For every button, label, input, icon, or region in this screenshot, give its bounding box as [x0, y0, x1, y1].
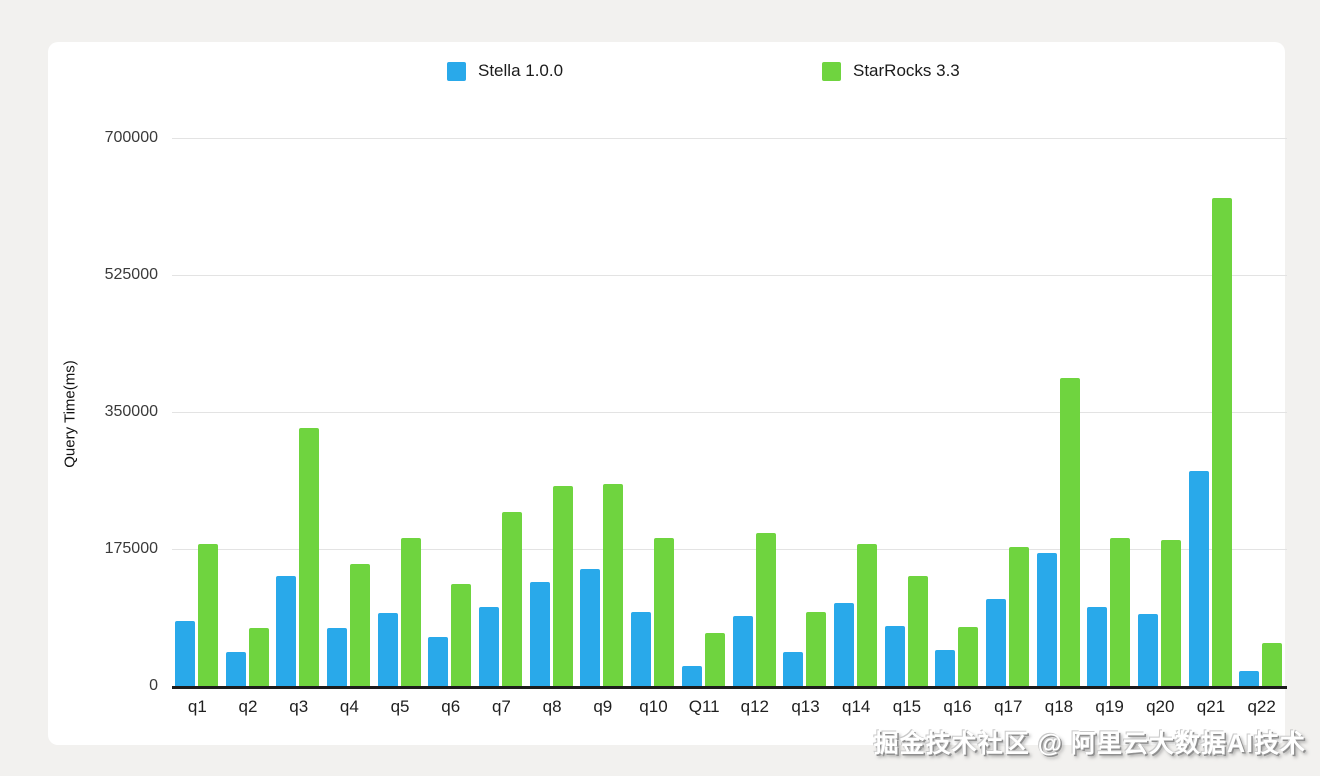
- y-tick-label: 350000: [104, 403, 158, 420]
- bar-stella-q16: [935, 650, 956, 686]
- bar-starrocks-q10: [654, 538, 675, 686]
- bar-stella-q4: [327, 628, 348, 686]
- bar-starrocks-q20: [1160, 540, 1181, 686]
- bar-starrocks-q8: [552, 485, 573, 686]
- gridline: [172, 138, 1287, 139]
- legend-item-stella: Stella 1.0.0: [447, 61, 563, 81]
- watermark: 掘金技术社区 @ 阿里云大数据AI技术: [873, 730, 1306, 758]
- y-tick-label: 0: [149, 677, 158, 694]
- bar-stella-q20: [1137, 613, 1158, 686]
- legend-item-starrocks: StarRocks 3.3: [822, 61, 960, 81]
- bar-stella-q6: [428, 636, 449, 686]
- bar-starrocks-q12: [755, 532, 776, 686]
- y-tick-label: 700000: [104, 129, 158, 146]
- bar-stella-q5: [377, 613, 398, 686]
- bar-starrocks-q19: [1110, 538, 1131, 686]
- legend-swatch-stella: [447, 61, 466, 81]
- bar-stella-q2: [225, 652, 246, 686]
- bar-stella-q8: [529, 581, 550, 686]
- bar-stella-Q11: [681, 665, 702, 686]
- bar-starrocks-q14: [856, 544, 877, 686]
- bar-starrocks-q21: [1211, 198, 1232, 686]
- bar-starrocks-q16: [958, 627, 979, 686]
- bar-starrocks-q5: [400, 538, 421, 686]
- bar-stella-q22: [1239, 671, 1260, 686]
- x-tick-label: q22: [1247, 697, 1276, 716]
- bar-stella-q15: [884, 625, 905, 686]
- bar-stella-q1: [175, 621, 195, 686]
- bar-starrocks-Q11: [704, 632, 725, 686]
- bar-stella-q7: [479, 606, 500, 686]
- bar-starrocks-q18: [1059, 377, 1080, 686]
- gridline: [172, 412, 1287, 413]
- legend-swatch-starrocks: [822, 61, 841, 81]
- bar-starrocks-q13: [806, 612, 827, 686]
- bar-starrocks-q9: [603, 484, 624, 686]
- y-tick-label: 525000: [104, 266, 158, 283]
- bar-stella-q10: [631, 612, 652, 686]
- bar-starrocks-q4: [350, 563, 371, 686]
- legend-label-stella: Stella 1.0.0: [478, 61, 564, 80]
- bar-stella-q12: [732, 616, 753, 686]
- bar-stella-q13: [783, 652, 804, 686]
- legend: Stella 1.0.0 StarRocks 3.3: [0, 61, 1320, 83]
- bar-stella-q9: [580, 568, 601, 686]
- legend-label-starrocks: StarRocks 3.3: [853, 61, 960, 80]
- bar-starrocks-q15: [907, 575, 928, 686]
- bar-stella-q19: [1087, 606, 1108, 686]
- bar-stella-q21: [1188, 470, 1209, 686]
- bar-starrocks-q6: [451, 584, 472, 686]
- bar-starrocks-q7: [502, 512, 523, 686]
- y-tick-label: 175000: [104, 540, 158, 557]
- bar-stella-q3: [276, 576, 297, 686]
- bar-starrocks-q1: [198, 544, 218, 686]
- bar-stella-q18: [1036, 552, 1057, 686]
- gridline: [172, 275, 1287, 276]
- bar-stella-q17: [985, 599, 1006, 686]
- bar-starrocks-q2: [248, 628, 269, 686]
- bar-stella-q14: [833, 603, 854, 686]
- bar-starrocks-q17: [1008, 547, 1029, 686]
- plot-area: [172, 138, 1287, 689]
- bar-starrocks-q3: [299, 427, 320, 686]
- bar-starrocks-q22: [1262, 642, 1283, 686]
